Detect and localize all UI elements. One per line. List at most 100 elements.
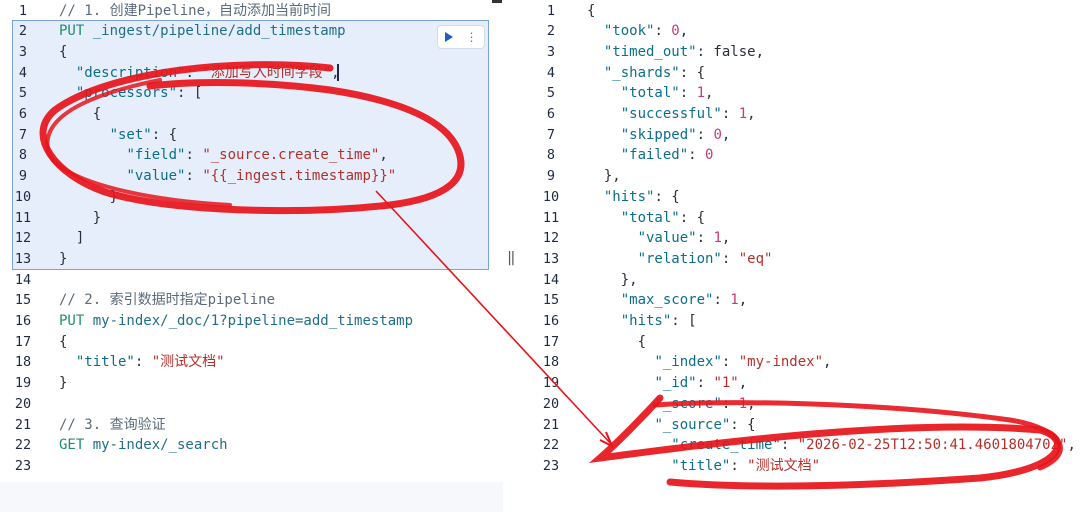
code-text: PUT _ingest/pipeline/add_timestamp — [59, 21, 346, 42]
code-text: "skipped": 0, — [587, 125, 731, 146]
code-line[interactable]: 12 ] — [0, 228, 503, 249]
code-token: } — [59, 188, 119, 205]
code-line[interactable]: 23 — [0, 456, 503, 477]
code-text: } — [59, 249, 67, 270]
code-token: "测试文档" — [747, 457, 821, 474]
code-line[interactable]: 17 { — [0, 332, 503, 353]
code-line[interactable]: 10 } — [0, 187, 503, 208]
vertical-dots-icon[interactable]: ⋮ — [466, 31, 478, 43]
code-token: : — [721, 106, 739, 122]
code-line[interactable]: 5 "processors": [ — [0, 83, 503, 104]
code-text: "total": 1, — [587, 83, 714, 104]
code-token: , — [721, 126, 731, 143]
code-line[interactable]: 19} — [0, 373, 503, 394]
code-line[interactable]: 3{ — [0, 42, 503, 63]
code-line[interactable]: 20 — [0, 394, 503, 415]
code-text: PUT my-index/_doc/1?pipeline=add_timesta… — [59, 311, 413, 332]
code-line[interactable]: 7 "set": { — [0, 125, 503, 146]
editor-footer — [0, 482, 503, 512]
line-number: 21 — [14, 416, 32, 433]
code-text: "timed_out": false, — [587, 42, 764, 63]
code-line: 5 "total": 1, — [518, 83, 1080, 104]
code-text: "failed": 0 — [587, 145, 714, 166]
code-token: "value" — [126, 168, 186, 185]
code-token: "timed_out" — [603, 43, 697, 60]
code-text: { — [587, 1, 595, 22]
code-token: , — [747, 106, 756, 122]
code-token: 1 — [738, 395, 748, 412]
code-token: , — [747, 395, 756, 412]
code-token: "_shards" — [603, 64, 680, 81]
code-token: : — [721, 354, 739, 371]
code-token: GET — [59, 437, 93, 454]
code-token: : { — [679, 64, 706, 81]
code-token: "total" — [620, 209, 680, 226]
code-line[interactable]: 18 "title": "测试文档" — [0, 352, 503, 373]
code-text: "field": "_source.create_time", — [59, 145, 387, 166]
code-text: "_source": { — [587, 415, 755, 436]
code-text: { — [59, 104, 101, 125]
code-line[interactable]: 13} — [0, 249, 503, 270]
line-number: 23 — [14, 457, 32, 474]
code-token: "title" — [75, 354, 135, 371]
code-token: , — [1067, 437, 1076, 454]
code-line[interactable]: 9 "value": "{{_ingest.timestamp}}" — [0, 166, 503, 187]
code-line: 4 "_shards": { — [518, 63, 1080, 84]
code-token: 1 — [738, 106, 748, 122]
code-token: "skipped" — [620, 126, 697, 143]
code-line: 1{ — [518, 1, 1080, 22]
code-line[interactable]: 21 // 3. 查询验证 — [0, 415, 503, 436]
line-number: 2 — [546, 23, 556, 40]
code-line[interactable]: 2 PUT _ingest/pipeline/add_timestamp — [0, 21, 503, 42]
code-text: "hits": [ — [587, 311, 697, 332]
scrollbar-thumb[interactable] — [492, 0, 502, 3]
code-token: "hits" — [603, 188, 655, 205]
line-number: 1 — [18, 2, 28, 19]
drag-handle-icon[interactable]: ‖ — [507, 250, 515, 266]
code-text: "_score": 1, — [587, 394, 756, 415]
play-triangle-icon[interactable] — [444, 32, 453, 42]
line-number: 15 — [542, 292, 560, 309]
code-token: , — [721, 230, 731, 247]
text-cursor — [337, 64, 339, 81]
code-token: "failed" — [620, 147, 689, 164]
code-text: "relation": "eq" — [587, 249, 773, 270]
code-text: "value": 1, — [587, 228, 731, 249]
request-editor[interactable]: 1 // 1. 创建Pipeline，自动添加当前时间 2 PUT _ingest/p… — [0, 0, 503, 512]
line-number: 3 — [546, 43, 556, 60]
code-line[interactable]: 22 GET my-index/_search — [0, 435, 503, 456]
line-number: 6 — [546, 106, 556, 122]
code-token: // 2. 索引数据时指定pipeline — [59, 292, 276, 309]
code-token: : { — [679, 209, 706, 226]
code-line[interactable]: 15 // 2. 索引数据时指定pipeline — [0, 290, 503, 311]
line-number: 13 — [14, 250, 32, 267]
code-token: } — [59, 209, 102, 226]
line-number: 12 — [14, 230, 32, 247]
code-token: "_source.create_time" — [202, 147, 380, 164]
code-token: "_index" — [654, 354, 722, 371]
code-line[interactable]: 11 } — [0, 208, 503, 229]
code-line[interactable]: 14 — [0, 270, 503, 291]
line-number: 2 — [18, 23, 28, 40]
code-token: , — [823, 354, 832, 371]
code-line[interactable]: 6 { — [0, 104, 503, 125]
line-number: 20 — [542, 395, 560, 412]
code-token: { — [587, 2, 596, 19]
code-line[interactable]: 8 "field": "_source.create_time", — [0, 145, 503, 166]
request-actions[interactable]: ⋮ — [437, 25, 485, 49]
code-token: 0 — [713, 126, 722, 143]
code-line[interactable]: 4 "description": "添加写入时间字段", — [0, 63, 503, 84]
code-token: "_id" — [654, 375, 697, 392]
code-line[interactable]: 16 PUT my-index/_doc/1?pipeline=add_times… — [0, 311, 503, 332]
code-line: 8 "failed": 0 — [518, 145, 1080, 166]
code-token: , — [705, 85, 714, 102]
code-line[interactable]: 1 // 1. 创建Pipeline，自动添加当前时间 — [0, 1, 503, 22]
